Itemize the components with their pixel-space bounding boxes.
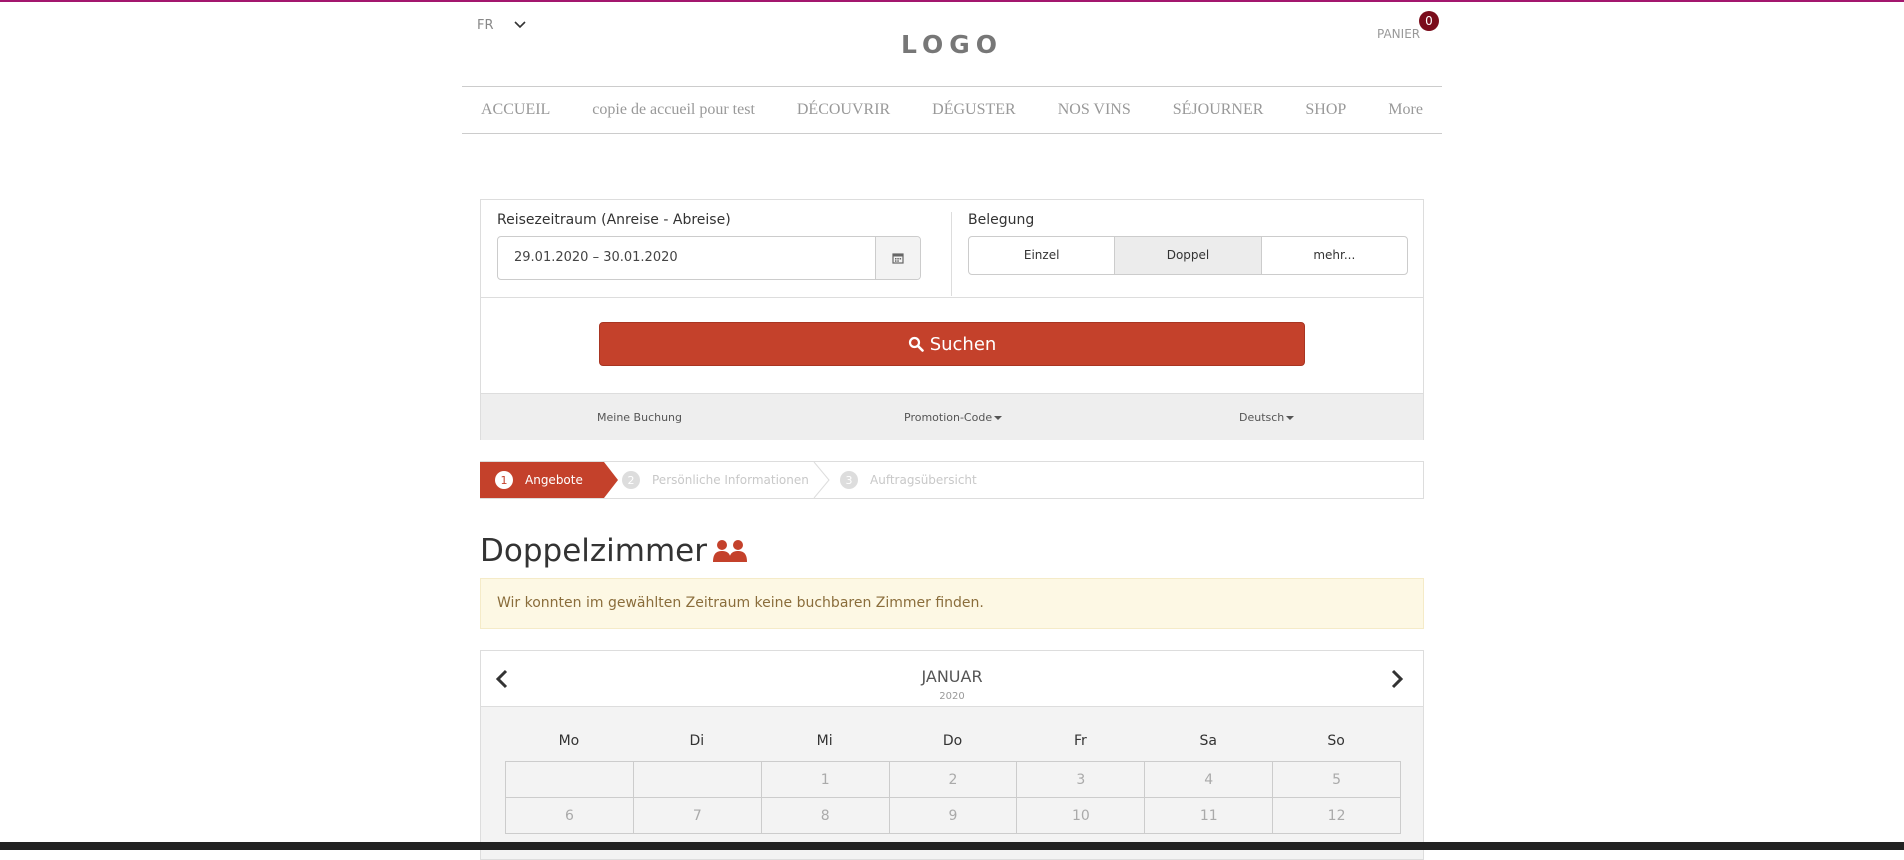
step-label: Angebote [525, 473, 583, 487]
calendar-day[interactable]: 11 [1145, 798, 1274, 834]
weekday-label: Do [942, 733, 963, 749]
calendar-header: JANUAR 2020 [481, 651, 1423, 707]
calendar-month: JANUAR [921, 667, 983, 686]
step-number: 1 [495, 471, 513, 489]
nav-item-sejourner[interactable]: SÉJOURNER [1173, 101, 1264, 119]
date-range-field[interactable]: 29.01.2020 – 30.01.2020 [497, 236, 921, 280]
nav-item-shop[interactable]: SHOP [1305, 101, 1346, 119]
search-button-label: Suchen [929, 333, 997, 355]
calendar-day[interactable]: 2 [889, 762, 1018, 798]
nav-item-accueil[interactable]: ACCUEIL [481, 101, 550, 119]
weekday-label: So [1327, 733, 1345, 749]
cart-link[interactable]: PANIER [1377, 27, 1420, 41]
step-separator-chevron [813, 462, 830, 498]
step-label: Persönliche Informationen [652, 473, 809, 487]
date-range-value[interactable]: 29.01.2020 – 30.01.2020 [498, 237, 875, 279]
site-logo[interactable]: LOGO [0, 30, 1904, 59]
weekday-label: Di [689, 733, 705, 749]
calendar-day [506, 762, 634, 798]
calendar-day[interactable]: 6 [506, 798, 634, 834]
room-title: Doppelzimmer [480, 533, 707, 569]
nav-item-decouvrir[interactable]: DÉCOUVRIR [797, 101, 890, 119]
caret-down-icon [1286, 416, 1295, 420]
booking-steps: 1 Angebote 2 Persönliche Informationen 3… [480, 461, 1424, 499]
calendar-week: 1 2 3 4 5 [506, 762, 1402, 798]
nav-item-more[interactable]: More [1388, 101, 1423, 119]
calendar-day [633, 762, 762, 798]
step-order-summary[interactable]: 3 Auftragsübersicht [840, 462, 977, 498]
calendar-icon [892, 253, 904, 264]
weekday-label: Mo [558, 733, 580, 749]
nav-item-deguster[interactable]: DÉGUSTER [932, 101, 1016, 119]
booking-panel: Reisezeitraum (Anreise - Abreise) 29.01.… [480, 199, 1424, 440]
main-navigation: ACCUEIL copie de accueil pour test DÉCOU… [462, 86, 1442, 134]
calendar-day[interactable]: 12 [1273, 798, 1402, 834]
occupancy-label: Belegung [968, 212, 1035, 228]
occupancy-option-doppel[interactable]: Doppel [1115, 237, 1262, 274]
booking-language-dropdown[interactable]: Deutsch [1239, 411, 1295, 424]
calendar-button[interactable] [875, 237, 920, 279]
promotion-code-dropdown[interactable]: Promotion-Code [904, 411, 1003, 424]
booking-footer: Meine Buchung Promotion-Code Deutsch [481, 393, 1423, 440]
calendar-grid: 1 2 3 4 5 6 7 8 9 10 11 12 [505, 761, 1402, 834]
promotion-code-label: Promotion-Code [904, 411, 993, 424]
calendar-weekdays: Mo Di Mi Do Fr Sa So [505, 733, 1400, 749]
room-heading: Doppelzimmer [480, 533, 747, 569]
availability-calendar: JANUAR 2020 Mo Di Mi Do Fr Sa So 1 2 3 4… [480, 650, 1424, 860]
occupancy-option-mehr[interactable]: mehr... [1262, 237, 1407, 274]
step-number: 2 [622, 471, 640, 489]
calendar-day[interactable]: 9 [889, 798, 1018, 834]
nav-item-nos-vins[interactable]: NOS VINS [1058, 101, 1131, 119]
calendar-year: 2020 [939, 691, 965, 702]
step-arrow [604, 462, 618, 498]
step-personal-info[interactable]: 2 Persönliche Informationen [622, 462, 809, 498]
my-booking-link[interactable]: Meine Buchung [597, 411, 682, 424]
period-label: Reisezeitraum (Anreise - Abreise) [497, 212, 731, 228]
chevron-right-icon[interactable] [1390, 669, 1404, 689]
nav-item-copie-accueil[interactable]: copie de accueil pour test [592, 101, 755, 119]
step-label: Auftragsübersicht [870, 473, 977, 487]
booking-fields: Reisezeitraum (Anreise - Abreise) 29.01.… [481, 200, 1423, 298]
occupancy-selector: Einzel Doppel mehr... [968, 236, 1408, 275]
occupancy-option-einzel[interactable]: Einzel [969, 237, 1116, 274]
top-accent-line [0, 0, 1904, 2]
calendar-day[interactable]: 3 [1017, 762, 1146, 798]
weekday-label: Sa [1199, 733, 1217, 749]
calendar-day[interactable]: 1 [761, 762, 890, 798]
booking-language-label: Deutsch [1239, 411, 1285, 424]
weekday-label: Mi [816, 733, 833, 749]
cart-count-badge: 0 [1419, 11, 1439, 31]
calendar-day[interactable]: 10 [1017, 798, 1146, 834]
users-icon [712, 540, 747, 562]
field-divider [951, 212, 952, 296]
step-number: 3 [840, 471, 858, 489]
calendar-week: 6 7 8 9 10 11 12 [506, 798, 1402, 834]
search-icon [908, 336, 924, 352]
search-button[interactable]: Suchen [599, 322, 1305, 366]
os-taskbar [0, 842, 1904, 850]
calendar-day[interactable]: 4 [1145, 762, 1274, 798]
caret-down-icon [994, 416, 1003, 420]
step-offers[interactable]: 1 Angebote [480, 462, 604, 498]
calendar-day[interactable]: 7 [633, 798, 762, 834]
calendar-day[interactable]: 8 [761, 798, 890, 834]
no-rooms-alert: Wir konnten im gewählten Zeitraum keine … [480, 578, 1424, 629]
weekday-label: Fr [1073, 733, 1087, 749]
calendar-day[interactable]: 5 [1273, 762, 1402, 798]
